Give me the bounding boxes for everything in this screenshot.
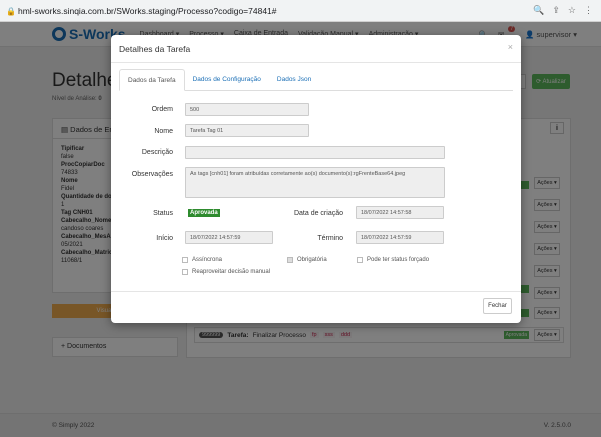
status-label: Status (153, 210, 173, 217)
checkbox-icon[interactable] (182, 257, 188, 263)
observacoes-label: Observações (131, 171, 173, 178)
modal-header: Detalhes da Tarefa × (111, 35, 521, 63)
observacoes-field: As tags [cnh01] foram atribuídas correta… (185, 167, 445, 198)
checkbox-label: Reaproveitar decisão manual (192, 269, 271, 275)
search-icon[interactable]: 🔍 (533, 5, 544, 16)
lock-icon: 🔒 (6, 6, 16, 16)
checkbox-icon[interactable] (182, 269, 188, 275)
checkbox-label: Obrigatória (297, 257, 327, 263)
modal-tabs: Dados da Tarefa Dados de Configuração Da… (119, 69, 513, 91)
nome-field: Tarefa Tag 01 (185, 124, 309, 137)
data-criacao-label: Data de criação (293, 210, 343, 217)
address-bar[interactable]: hml-sworks.sinqia.com.br/SWorks.staging/… (18, 6, 533, 16)
checkbox-label: Pode ter status forçado (367, 257, 430, 263)
tab-dados-json[interactable]: Dados Json (269, 69, 319, 91)
checkbox-icon[interactable] (287, 257, 293, 263)
inicio-label: Início (156, 235, 173, 242)
descricao-label: Descrição (141, 149, 173, 156)
modal-title: Detalhes da Tarefa (119, 44, 191, 54)
star-icon[interactable]: ☆ (568, 5, 576, 16)
ordem-field: 500 (185, 103, 309, 116)
task-details-modal: Detalhes da Tarefa × Dados da Tarefa Dad… (111, 35, 521, 323)
tab-dados-configuracao[interactable]: Dados de Configuração (185, 69, 269, 91)
share-icon[interactable]: ⇪ (552, 5, 560, 16)
termino-field: 18/07/2022 14:57:59 (356, 231, 444, 244)
status-badge: Aprovada (188, 209, 220, 217)
ordem-label: Ordem (151, 106, 173, 113)
tab-dados-tarefa[interactable]: Dados da Tarefa (119, 69, 185, 91)
reaproveitar-checkbox[interactable]: Reaproveitar decisão manual (182, 269, 270, 275)
checkbox-label: Assíncrona (192, 257, 223, 263)
checkbox-icon[interactable] (357, 257, 363, 263)
close-button[interactable]: Fechar (483, 298, 512, 314)
close-icon[interactable]: × (508, 42, 513, 52)
obrigatoria-checkbox[interactable]: Obrigatória (287, 257, 327, 263)
modal-footer-divider (111, 291, 521, 292)
nome-label: Nome (154, 128, 173, 135)
forcado-checkbox[interactable]: Pode ter status forçado (357, 257, 429, 263)
inicio-field: 18/07/2022 14:57:59 (185, 231, 273, 244)
assincrona-checkbox[interactable]: Assíncrona (182, 257, 222, 263)
browser-bar: 🔒 hml-sworks.sinqia.com.br/SWorks.stagin… (0, 0, 601, 22)
data-criacao-field: 18/07/2022 14:57:58 (356, 206, 444, 219)
termino-label: Término (317, 235, 343, 242)
menu-icon[interactable]: ⋮ (584, 5, 593, 16)
descricao-field (185, 146, 445, 159)
